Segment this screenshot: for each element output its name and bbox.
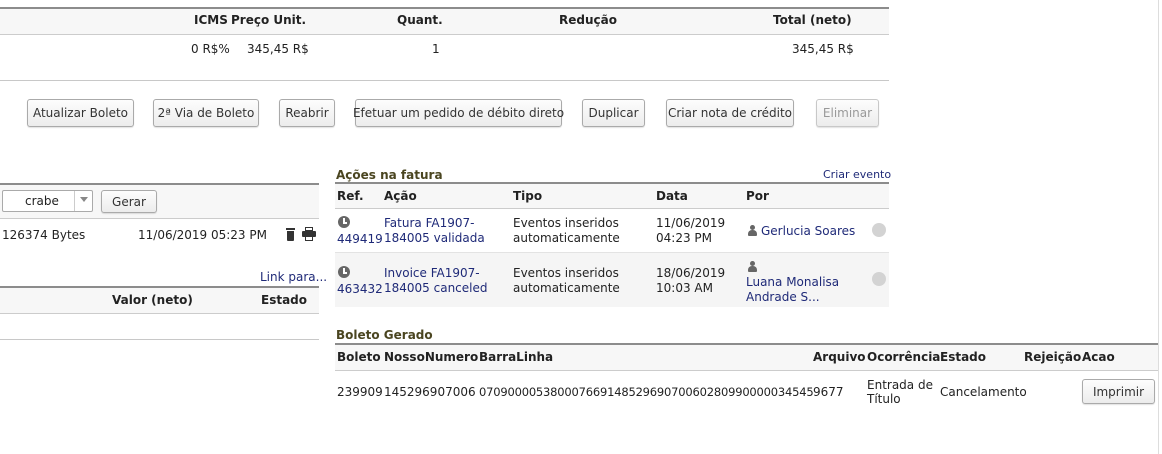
event-date: 18/06/2019 xyxy=(656,266,726,280)
event-author-link[interactable]: Gerlucia Soares xyxy=(761,224,855,238)
col-action: Ação xyxy=(384,189,417,203)
events-table-header xyxy=(335,182,889,209)
col-barra-linha: BarraLinha xyxy=(479,350,554,364)
event-date: 11/06/2019 xyxy=(656,216,726,230)
direct-debit-button[interactable]: Efetuar um pedido de débito direto xyxy=(353,99,564,127)
event-type-line2: automaticamente xyxy=(513,281,620,295)
col-icms: ICMS xyxy=(194,13,228,27)
duplicate-button[interactable]: Duplicar xyxy=(582,99,645,127)
clock-icon xyxy=(338,216,350,228)
model-select-value: crabe xyxy=(25,194,59,208)
event-action-link-line2[interactable]: 184005 canceled xyxy=(384,281,488,295)
cell-ocorrencia: Entrada de xyxy=(867,378,933,392)
print-icon[interactable] xyxy=(302,227,316,241)
status-dot-icon xyxy=(872,272,886,286)
trash-icon[interactable] xyxy=(286,228,295,241)
col-estado: Estado xyxy=(940,350,987,364)
event-ref-link[interactable]: 463432 xyxy=(337,282,383,296)
delete-button[interactable]: Eliminar xyxy=(816,99,879,127)
col-ref: Ref. xyxy=(337,189,364,203)
cell-boleto: 239909 xyxy=(337,385,383,399)
col-nosso-numero: NossoNumero xyxy=(384,350,479,364)
col-by: Por xyxy=(746,189,769,203)
cell-nosso-numero: 145296907006 xyxy=(384,385,476,399)
user-icon xyxy=(747,225,758,236)
cell-total: 345,45 R$ xyxy=(792,42,854,56)
event-action-link-line2[interactable]: 184005 validada xyxy=(384,231,485,245)
event-ref-link[interactable]: 449419 xyxy=(337,232,383,246)
col-date: Data xyxy=(656,189,688,203)
event-action-link[interactable]: Fatura FA1907- xyxy=(384,216,474,230)
cell-quantity: 1 xyxy=(432,42,440,56)
update-boleto-button[interactable]: Atualizar Boleto xyxy=(27,99,134,127)
event-action-link[interactable]: Invoice FA1907- xyxy=(384,266,480,280)
boleto-section-title: Boleto Gerado xyxy=(336,328,433,342)
col-total: Total (neto) xyxy=(773,13,852,27)
print-boleto-button[interactable]: Imprimir xyxy=(1082,379,1155,404)
col-ocorrencia: Ocorrência xyxy=(867,350,941,364)
user-icon xyxy=(747,261,758,272)
create-event-link[interactable]: Criar evento xyxy=(823,168,891,181)
cell-arquivo: 9677 xyxy=(813,385,844,399)
event-type: Eventos inseridos xyxy=(513,266,619,280)
col-unit-price: Preço Unit. xyxy=(231,13,307,27)
event-author-link-line2[interactable]: Andrade S... xyxy=(746,290,820,304)
col-value-net: Valor (neto) xyxy=(112,293,193,307)
link-to-object[interactable]: Link para... xyxy=(260,270,327,284)
cell-estado: Cancelamento xyxy=(940,385,1027,399)
lines-table-bottom-border xyxy=(0,80,889,81)
model-select[interactable]: crabe xyxy=(2,190,93,212)
select-divider xyxy=(74,191,75,211)
generate-button[interactable]: Gerar xyxy=(101,190,157,213)
event-author-link[interactable]: Luana Monalisa xyxy=(746,275,839,289)
col-type: Tipo xyxy=(513,189,543,203)
page-edge xyxy=(1158,0,1159,454)
col-arquivo: Arquivo xyxy=(813,350,866,364)
file-date: 11/06/2019 05:23 PM xyxy=(138,228,267,242)
events-section-title: Ações na fatura xyxy=(336,168,443,182)
cell-unit-price: 345,45 R$ xyxy=(247,42,309,56)
chevron-down-icon xyxy=(80,197,88,202)
col-status: Estado xyxy=(261,293,308,307)
reopen-button[interactable]: Reabrir xyxy=(279,99,335,127)
event-type: Eventos inseridos xyxy=(513,216,619,230)
cell-barra-linha: 0709000053800076691485296907006028099000… xyxy=(479,385,814,399)
col-reduction: Redução xyxy=(559,13,617,27)
cell-ocorrencia-line2: Título xyxy=(867,392,901,406)
event-type-line2: automaticamente xyxy=(513,231,620,245)
clock-icon xyxy=(338,266,350,278)
col-acao: Acao xyxy=(1082,350,1115,364)
cell-icms: 0 R$% xyxy=(191,42,230,56)
col-boleto: Boleto xyxy=(337,350,381,364)
second-copy-boleto-button[interactable]: 2ª Via de Boleto xyxy=(153,99,259,127)
col-rejeicao: Rejeição xyxy=(1024,350,1082,364)
event-time: 04:23 PM xyxy=(656,231,712,245)
status-dot-icon xyxy=(872,223,886,237)
create-credit-note-button[interactable]: Criar nota de crédito xyxy=(666,99,794,127)
lines-table-header xyxy=(0,7,889,35)
col-quantity: Quant. xyxy=(397,13,443,27)
payments-table-bottom xyxy=(0,339,319,340)
file-size: 126374 Bytes xyxy=(2,228,86,242)
event-time: 10:03 AM xyxy=(656,281,713,295)
